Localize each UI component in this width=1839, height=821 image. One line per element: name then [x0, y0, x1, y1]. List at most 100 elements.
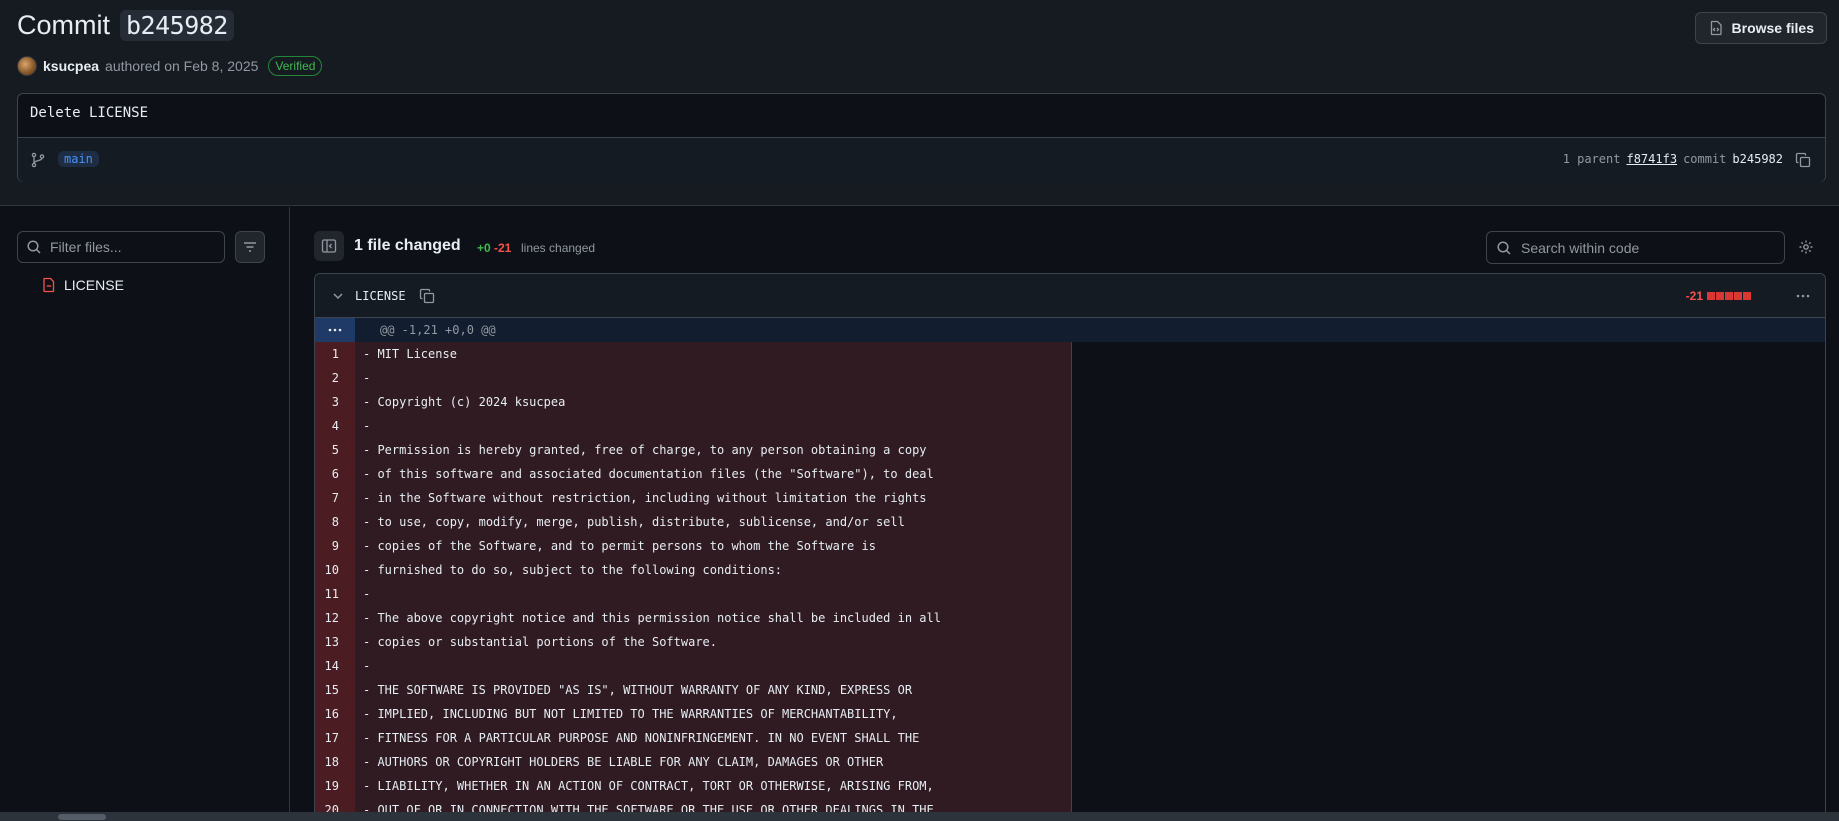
chevron-down-icon[interactable] — [330, 288, 346, 304]
line-number[interactable]: 6 — [315, 462, 355, 486]
sidebar-collapse-icon — [321, 239, 337, 253]
toggle-file-tree-button[interactable] — [314, 231, 344, 261]
line-number[interactable]: 14 — [315, 654, 355, 678]
file-tree-item-label: LICENSE — [64, 277, 124, 293]
diff-line: 1- MIT License — [315, 342, 1825, 366]
line-number[interactable]: 1 — [315, 342, 355, 366]
file-deletions-count: -21 — [1685, 289, 1703, 303]
commit-meta-bar: main 1 parent f8741f3 commit b245982 — [18, 137, 1825, 182]
diff-line: 14- — [315, 654, 1825, 678]
horizontal-scrollbar[interactable] — [0, 812, 1839, 821]
search-within-code-placeholder: Search within code — [1521, 239, 1640, 256]
author-link[interactable]: ksucpea — [43, 58, 99, 74]
hunk-text: @@ -1,21 +0,0 @@ — [380, 323, 496, 337]
empty-right-side — [1072, 654, 1825, 678]
commit-sha-badge: b245982 — [120, 10, 234, 41]
deleted-code-line: - furnished to do so, subject to the fol… — [355, 558, 1072, 582]
commit-message: Delete LICENSE — [30, 105, 149, 121]
verified-badge[interactable]: Verified — [268, 56, 323, 76]
line-number[interactable]: 16 — [315, 702, 355, 726]
line-number[interactable]: 12 — [315, 606, 355, 630]
line-number[interactable]: 10 — [315, 558, 355, 582]
diff-line: 6- of this software and associated docum… — [315, 462, 1825, 486]
file-diff: LICENSE -21 @@ -1,21 +0,0 @@ 1- MIT Lice… — [314, 273, 1826, 821]
copy-icon[interactable] — [419, 288, 435, 304]
diff-line: 16- IMPLIED, INCLUDING BUT NOT LIMITED T… — [315, 702, 1825, 726]
deleted-code-line: - IMPLIED, INCLUDING BUT NOT LIMITED TO … — [355, 702, 1072, 726]
parent-info: 1 parent f8741f3 commit b245982 — [1563, 152, 1783, 166]
scrollbar-thumb[interactable] — [58, 814, 106, 820]
deleted-code-line: - The above copyright notice and this pe… — [355, 606, 1072, 630]
deletions-count: -21 — [494, 241, 512, 255]
line-number[interactable]: 3 — [315, 390, 355, 414]
deleted-code-line: - AUTHORS OR COPYRIGHT HOLDERS BE LIABLE… — [355, 750, 1072, 774]
search-within-code-input[interactable]: Search within code — [1486, 231, 1785, 264]
line-number[interactable]: 19 — [315, 774, 355, 798]
commit-header: Commit b245982 Browse files ksucpea auth… — [0, 0, 1839, 206]
parent-sha-link[interactable]: f8741f3 — [1626, 152, 1677, 166]
deleted-code-line: - — [355, 414, 1072, 438]
lines-changed-label: lines changed — [521, 241, 596, 255]
empty-right-side — [1072, 678, 1825, 702]
diff-line: 11- — [315, 582, 1825, 606]
deleted-code-line: - to use, copy, modify, merge, publish, … — [355, 510, 1072, 534]
deleted-code-line: - Permission is hereby granted, free of … — [355, 438, 1072, 462]
avatar[interactable] — [17, 56, 37, 76]
line-number[interactable]: 7 — [315, 486, 355, 510]
diffstat-bar — [1707, 292, 1751, 300]
line-number[interactable]: 8 — [315, 510, 355, 534]
browse-files-button[interactable]: Browse files — [1694, 12, 1827, 44]
diff-line: 18- AUTHORS OR COPYRIGHT HOLDERS BE LIAB… — [315, 750, 1825, 774]
branch-tag[interactable]: main — [58, 151, 99, 167]
kebab-menu-icon[interactable] — [1795, 288, 1811, 304]
line-number[interactable]: 5 — [315, 438, 355, 462]
line-number[interactable]: 13 — [315, 630, 355, 654]
expand-hunk-button[interactable] — [315, 318, 355, 342]
commit-title-prefix: Commit — [17, 10, 110, 40]
gear-icon[interactable] — [1798, 239, 1814, 255]
diff-line: 3- Copyright (c) 2024 ksucpea — [315, 390, 1825, 414]
parent-label: 1 parent — [1562, 152, 1621, 166]
line-number[interactable]: 4 — [315, 414, 355, 438]
empty-right-side — [1072, 558, 1825, 582]
line-number[interactable]: 11 — [315, 582, 355, 606]
empty-right-side — [1072, 414, 1825, 438]
deleted-code-line: - in the Software without restriction, i… — [355, 486, 1072, 510]
diff-main: 1 file changed +0 -21 lines changed Sear… — [291, 207, 1839, 821]
diff-line: 10- furnished to do so, subject to the f… — [315, 558, 1825, 582]
deleted-code-line: - LIABILITY, WHETHER IN AN ACTION OF CON… — [355, 774, 1072, 798]
empty-right-side — [1072, 438, 1825, 462]
line-number[interactable]: 9 — [315, 534, 355, 558]
diff-file-name[interactable]: LICENSE — [355, 289, 406, 303]
authored-date: authored on Feb 8, 2025 — [105, 58, 259, 74]
copy-icon[interactable] — [1795, 152, 1811, 168]
deleted-code-line: - — [355, 582, 1072, 606]
deleted-code-line: - THE SOFTWARE IS PROVIDED "AS IS", WITH… — [355, 678, 1072, 702]
line-number[interactable]: 18 — [315, 750, 355, 774]
line-number[interactable]: 15 — [315, 678, 355, 702]
line-number[interactable]: 17 — [315, 726, 355, 750]
search-icon — [27, 240, 41, 254]
line-number[interactable]: 2 — [315, 366, 355, 390]
hunk-header: @@ -1,21 +0,0 @@ — [315, 318, 1825, 342]
filter-files-input[interactable]: Filter files... — [17, 231, 225, 263]
deleted-code-line: - — [355, 654, 1072, 678]
diff-line: 17- FITNESS FOR A PARTICULAR PURPOSE AND… — [315, 726, 1825, 750]
empty-right-side — [1072, 702, 1825, 726]
commit-label: commit — [1683, 152, 1727, 166]
file-removed-icon — [43, 277, 55, 293]
deleted-code-line: - MIT License — [355, 342, 1072, 366]
empty-right-side — [1072, 582, 1825, 606]
diff-line: 19- LIABILITY, WHETHER IN AN ACTION OF C… — [315, 774, 1825, 798]
diff-line: 8- to use, copy, modify, merge, publish,… — [315, 510, 1825, 534]
diff-line: 12- The above copyright notice and this … — [315, 606, 1825, 630]
empty-right-side — [1072, 462, 1825, 486]
empty-right-side — [1072, 510, 1825, 534]
file-tree-item[interactable]: LICENSE — [42, 277, 124, 293]
commit-sha: b245982 — [1732, 152, 1783, 166]
diff-line: 9- copies of the Software, and to permit… — [315, 534, 1825, 558]
empty-right-side — [1072, 726, 1825, 750]
empty-right-side — [1072, 486, 1825, 510]
filter-options-button[interactable] — [235, 231, 265, 263]
ellipsis-icon — [328, 328, 342, 332]
